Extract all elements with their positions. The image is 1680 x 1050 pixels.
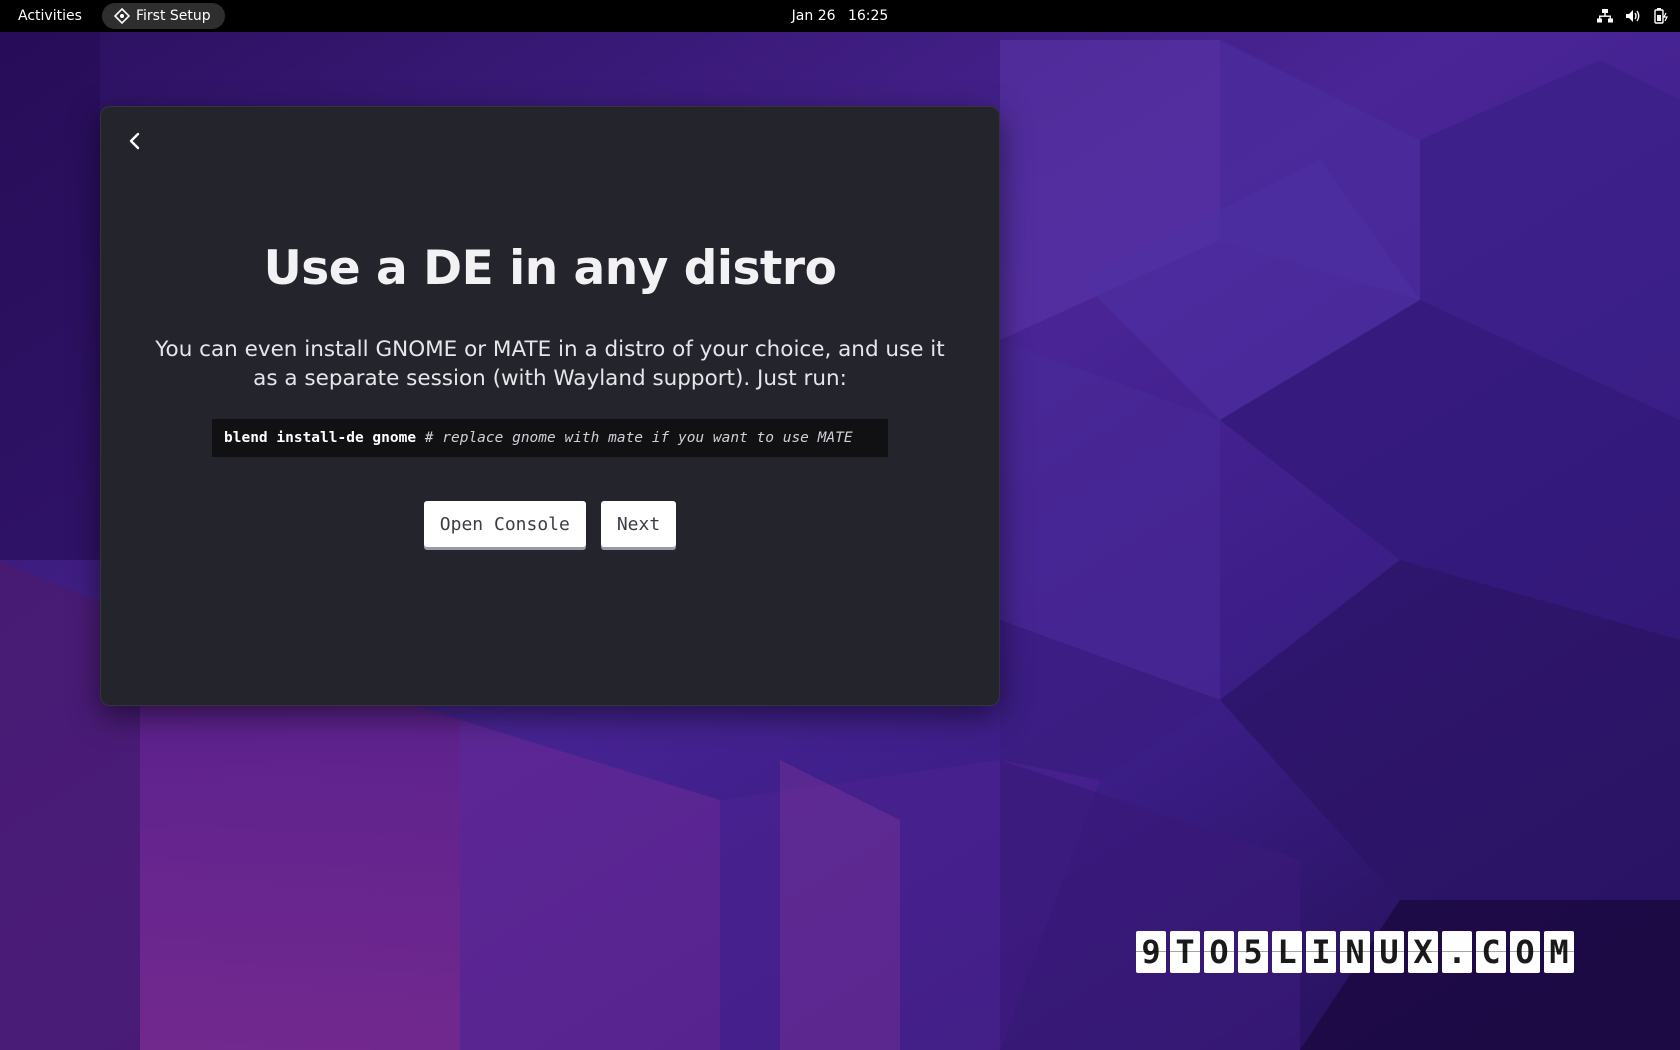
code-block: blend install-de gnome # replace gnome w… — [212, 419, 888, 457]
system-tray[interactable] — [1596, 6, 1670, 26]
code-comment: # replace gnome with mate if you want to… — [424, 430, 853, 446]
button-row: Open Console Next — [101, 501, 999, 547]
watermark-char: C — [1476, 931, 1506, 973]
clock-button[interactable]: Jan 26 16:25 — [0, 4, 1680, 28]
watermark-char: X — [1408, 931, 1438, 973]
page-description: You can even install GNOME or MATE in a … — [155, 337, 945, 391]
chevron-left-icon — [128, 131, 142, 155]
network-wired-icon[interactable] — [1596, 7, 1614, 25]
watermark-char: . — [1442, 931, 1472, 973]
watermark-char: I — [1306, 931, 1336, 973]
page-title: Use a DE in any distro — [263, 241, 837, 296]
open-console-button[interactable]: Open Console — [423, 501, 586, 547]
watermark-char: O — [1204, 931, 1234, 973]
clock-time: 16:25 — [847, 8, 889, 24]
watermark-logo: 9 T O 5 L I N U X . C O M — [1136, 931, 1574, 973]
code-command: blend install-de gnome — [224, 430, 417, 446]
clock-date: Jan 26 — [791, 8, 836, 24]
watermark-char: U — [1374, 931, 1404, 973]
battery-icon[interactable] — [1652, 7, 1670, 25]
watermark-char: 5 — [1238, 931, 1268, 973]
top-bar: Activities First Setup Jan 26 16:25 — [0, 0, 1680, 32]
watermark-char: T — [1170, 931, 1200, 973]
watermark-char: L — [1272, 931, 1302, 973]
back-button[interactable] — [119, 127, 151, 159]
watermark-char: O — [1510, 931, 1540, 973]
first-setup-window: Use a DE in any distro You can even inst… — [100, 106, 1000, 706]
volume-icon[interactable] — [1624, 7, 1642, 25]
next-button[interactable]: Next — [600, 501, 677, 547]
watermark-char: M — [1544, 931, 1574, 973]
watermark-char: N — [1340, 931, 1370, 973]
watermark-char: 9 — [1136, 931, 1166, 973]
